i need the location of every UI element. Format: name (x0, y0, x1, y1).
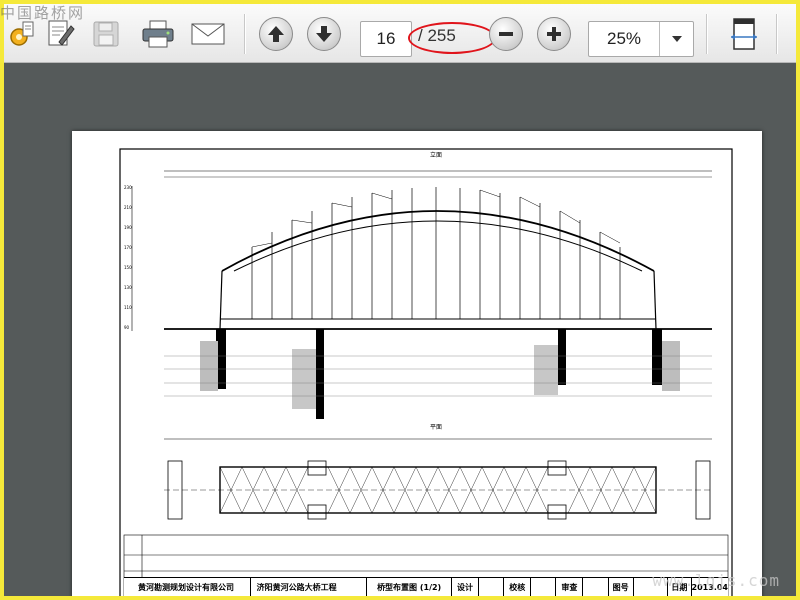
toolbar: 16 / 255 25% (4, 4, 796, 63)
pdf-page: 立面 230 210 190 170 150 130 110 90 平面 黄河勘… (72, 131, 762, 596)
svg-text:230: 230 (124, 185, 132, 190)
elevation-label: 立面 (430, 151, 442, 159)
watermark-top: 中国路桥网 (0, 4, 86, 22)
audit-label: 审查 (556, 578, 584, 596)
save-icon[interactable] (88, 16, 124, 52)
page-number-value: 16 (376, 29, 396, 48)
print-icon[interactable] (140, 16, 176, 52)
review-label: 校核 (504, 578, 532, 596)
page-number-input[interactable]: 16 (360, 21, 412, 57)
zoom-in-icon (537, 17, 571, 51)
design-signature (479, 578, 505, 596)
svg-text:210: 210 (124, 205, 132, 210)
design-label: 设计 (452, 578, 480, 596)
svg-text:130: 130 (124, 285, 132, 290)
svg-text:110: 110 (124, 305, 132, 310)
toolbar-separator (776, 14, 777, 54)
svg-text:170: 170 (124, 245, 132, 250)
sheet-title: 桥型布置图 (1/2) (367, 578, 452, 596)
svg-text:90: 90 (124, 325, 130, 330)
zoom-out-icon (489, 17, 523, 51)
svg-text:190: 190 (124, 225, 132, 230)
chevron-down-icon[interactable] (659, 22, 694, 56)
zoom-in-button[interactable] (536, 16, 572, 52)
bridge-drawing: 立面 230 210 190 170 150 130 110 90 平面 (119, 148, 733, 596)
email-icon[interactable] (190, 16, 226, 52)
zoom-out-button[interactable] (488, 16, 524, 52)
toolbar-separator (244, 14, 245, 54)
company-name: 黄河勘测规划设计有限公司 (124, 578, 251, 596)
watermark-bottom: www.lqjs.com (652, 571, 780, 590)
zoom-select[interactable]: 25% (588, 21, 694, 57)
page-total-highlight (408, 22, 496, 54)
previous-page-icon (259, 17, 293, 51)
plan-label: 平面 (430, 424, 442, 431)
fit-width-button[interactable] (726, 16, 762, 52)
document-viewer[interactable]: 立面 230 210 190 170 150 130 110 90 平面 黄河勘… (4, 63, 796, 596)
previous-page-button[interactable] (258, 16, 294, 52)
next-page-button[interactable] (306, 16, 342, 52)
audit-signature (583, 578, 609, 596)
zoom-value: 25% (606, 29, 642, 48)
svg-text:150: 150 (124, 265, 132, 270)
fit-width-icon (731, 18, 757, 50)
next-page-icon (307, 17, 341, 51)
toolbar-separator (706, 14, 707, 54)
review-signature (531, 578, 557, 596)
drawing-no-label: 图号 (609, 578, 634, 596)
title-block: 黄河勘测规划设计有限公司 济阳黄河公路大桥工程 桥型布置图 (1/2) 设计 校… (124, 577, 728, 596)
project-name: 济阳黄河公路大桥工程 (251, 578, 368, 596)
